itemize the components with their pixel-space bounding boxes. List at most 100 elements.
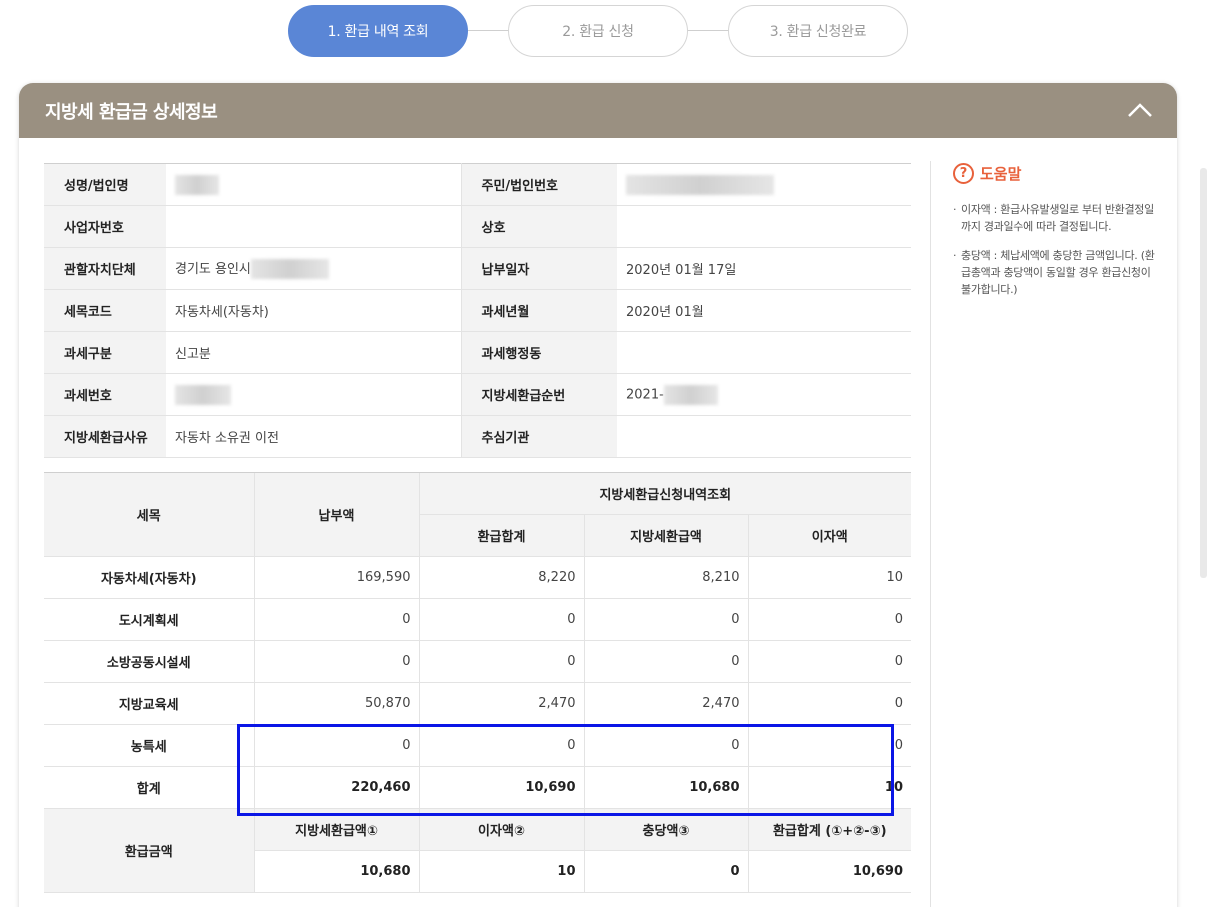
refund-offset-header: 충당액③ xyxy=(583,808,748,851)
help-sidebar: ? 도움말 이자액 : 환급사유발생일로 부터 반환결정일까지 경과일수에 따라… xyxy=(930,161,1160,907)
refund-sequence-text: 2021- xyxy=(626,387,664,402)
local-refund: 8,210 xyxy=(583,556,748,599)
local-refund: 0 xyxy=(583,598,748,641)
taxpayer-info-table: 성명/법인명 주민/법인번호 사업자번호 상호 관할자치단체 경기도 용인시 납… xyxy=(44,163,911,458)
company-label: 상호 xyxy=(461,205,617,248)
refund-amount-table: 세목 납부액 지방세환급신청내역조회 환급합계 지방세환급액 이자액 자동차세(… xyxy=(44,472,911,893)
table-header-row: 세목 납부액 지방세환급신청내역조회 xyxy=(44,472,911,557)
tax-type-label: 과세구분 xyxy=(44,331,166,374)
info-row: 사업자번호 상호 xyxy=(44,205,911,248)
paid-amount-total: 220,460 xyxy=(253,766,419,809)
step-1-button[interactable]: 1. 환급 내역 조회 xyxy=(288,5,468,57)
business-number-value xyxy=(166,205,462,248)
name-label: 성명/법인명 xyxy=(44,163,166,206)
local-refund-header: 지방세환급액 xyxy=(583,514,748,557)
refund-total-header: 환급합계 (①+②-③) xyxy=(747,808,911,851)
resident-number-value xyxy=(617,163,911,206)
local-refund: 2,470 xyxy=(583,682,748,725)
refund-reason-label: 지방세환급사유 xyxy=(44,415,166,458)
table-row: 도시계획세 0 0 0 0 xyxy=(44,598,911,641)
page-scrollbar[interactable] xyxy=(1200,168,1207,578)
refund-sequence-label: 지방세환급순번 xyxy=(461,373,617,416)
tax-item-name: 자동차세(자동차) xyxy=(44,556,254,599)
paid-amount: 50,870 xyxy=(253,682,419,725)
jurisdiction-value: 경기도 용인시 xyxy=(166,247,462,290)
paid-amount-header: 납부액 xyxy=(253,472,419,557)
interest: 0 xyxy=(747,724,911,767)
total-row: 합계 220,460 10,690 10,680 10 xyxy=(44,766,911,809)
help-list: 이자액 : 환급사유발생일로 부터 반환결정일까지 경과일수에 따라 결정됩니다… xyxy=(953,201,1160,298)
question-circle-icon: ? xyxy=(953,162,974,184)
local-refund-total: 10,680 xyxy=(583,766,748,809)
collection-agency-value xyxy=(617,415,911,458)
refund-reason-value: 자동차 소유권 이전 xyxy=(166,415,462,458)
table-row: 자동차세(자동차) 169,590 8,220 8,210 10 xyxy=(44,556,911,599)
refund-local-value: 10,680 xyxy=(253,850,419,893)
refund-amount-label: 환급금액 xyxy=(44,808,254,893)
local-refund: 0 xyxy=(583,640,748,683)
refund-interest-value: 10 xyxy=(418,850,584,893)
table-row: 농특세 0 0 0 0 xyxy=(44,724,911,767)
payment-date-label: 납부일자 xyxy=(461,247,617,290)
interest: 10 xyxy=(747,556,911,599)
step-2-button[interactable]: 2. 환급 신청 xyxy=(508,5,688,57)
paid-amount: 0 xyxy=(253,724,419,767)
help-item-offset: 충당액 : 체납세액에 충당한 금액입니다. (환급총액과 충당액이 동일할 경… xyxy=(953,247,1160,298)
tax-district-label: 과세행정동 xyxy=(461,331,617,374)
refund-total-sum: 10,690 xyxy=(418,766,584,809)
tax-period-value: 2020년 01월 xyxy=(617,289,911,332)
help-title-text: 도움말 xyxy=(980,164,1022,183)
tax-item-name: 농특세 xyxy=(44,724,254,767)
refund-header-row: 환급금액 지방세환급액① 이자액② 충당액③ 환급합계 (①+②-③) xyxy=(44,808,911,893)
refund-total: 0 xyxy=(418,724,584,767)
business-number-label: 사업자번호 xyxy=(44,205,166,248)
tax-item-name: 도시계획세 xyxy=(44,598,254,641)
panel-header: 지방세 환급금 상세정보 xyxy=(19,83,1177,138)
tax-district-value xyxy=(617,331,911,374)
collapse-button[interactable] xyxy=(1125,97,1155,123)
panel-title: 지방세 환급금 상세정보 xyxy=(45,101,218,123)
refund-local-header: 지방세환급액① xyxy=(253,808,419,851)
step-connector xyxy=(686,30,730,31)
tax-item-header: 세목 xyxy=(44,472,254,557)
step-indicator: 1. 환급 내역 조회 2. 환급 신청 3. 환급 신청완료 xyxy=(288,5,908,57)
interest: 0 xyxy=(747,682,911,725)
jurisdiction-text: 경기도 용인시 xyxy=(175,261,251,277)
step-3-button[interactable]: 3. 환급 신청완료 xyxy=(728,5,908,57)
info-row: 과세번호 지방세환급순번 2021- xyxy=(44,373,911,416)
paid-amount: 0 xyxy=(253,640,419,683)
tax-code-value: 자동차세(자동차) xyxy=(166,289,462,332)
interest: 0 xyxy=(747,598,911,641)
interest: 0 xyxy=(747,640,911,683)
refund-inquiry-header: 지방세환급신청내역조회 xyxy=(418,472,911,515)
tax-period-label: 과세년월 xyxy=(461,289,617,332)
tax-item-name: 소방공동시설세 xyxy=(44,640,254,683)
refund-total: 0 xyxy=(418,640,584,683)
tax-number-value xyxy=(166,373,462,416)
step-connector xyxy=(466,30,510,31)
company-value xyxy=(617,205,911,248)
info-row: 지방세환급사유 자동차 소유권 이전 추심기관 xyxy=(44,415,911,458)
redacted-jurisdiction xyxy=(250,259,329,280)
info-row: 성명/법인명 주민/법인번호 xyxy=(44,163,911,206)
redacted-resident-number xyxy=(626,174,774,195)
help-item-interest: 이자액 : 환급사유발생일로 부터 반환결정일까지 경과일수에 따라 결정됩니다… xyxy=(953,201,1160,235)
redacted-name xyxy=(175,174,219,195)
resident-number-label: 주민/법인번호 xyxy=(461,163,617,206)
table-row: 소방공동시설세 0 0 0 0 xyxy=(44,640,911,683)
table-row: 지방교육세 50,870 2,470 2,470 0 xyxy=(44,682,911,725)
info-row: 과세구분 신고분 과세행정동 xyxy=(44,331,911,374)
refund-offset-value: 0 xyxy=(583,850,748,893)
info-row: 관할자치단체 경기도 용인시 납부일자 2020년 01월 17일 xyxy=(44,247,911,290)
local-refund: 0 xyxy=(583,724,748,767)
redacted-refund-sequence xyxy=(663,384,718,405)
refund-sequence-value: 2021- xyxy=(617,373,911,416)
jurisdiction-label: 관할자치단체 xyxy=(44,247,166,290)
redacted-tax-number xyxy=(175,384,231,405)
paid-amount: 169,590 xyxy=(253,556,419,599)
paid-amount: 0 xyxy=(253,598,419,641)
chevron-up-icon xyxy=(1128,103,1152,117)
total-label: 합계 xyxy=(44,766,254,809)
info-row: 세목코드 자동차세(자동차) 과세년월 2020년 01월 xyxy=(44,289,911,332)
interest-total: 10 xyxy=(747,766,911,809)
